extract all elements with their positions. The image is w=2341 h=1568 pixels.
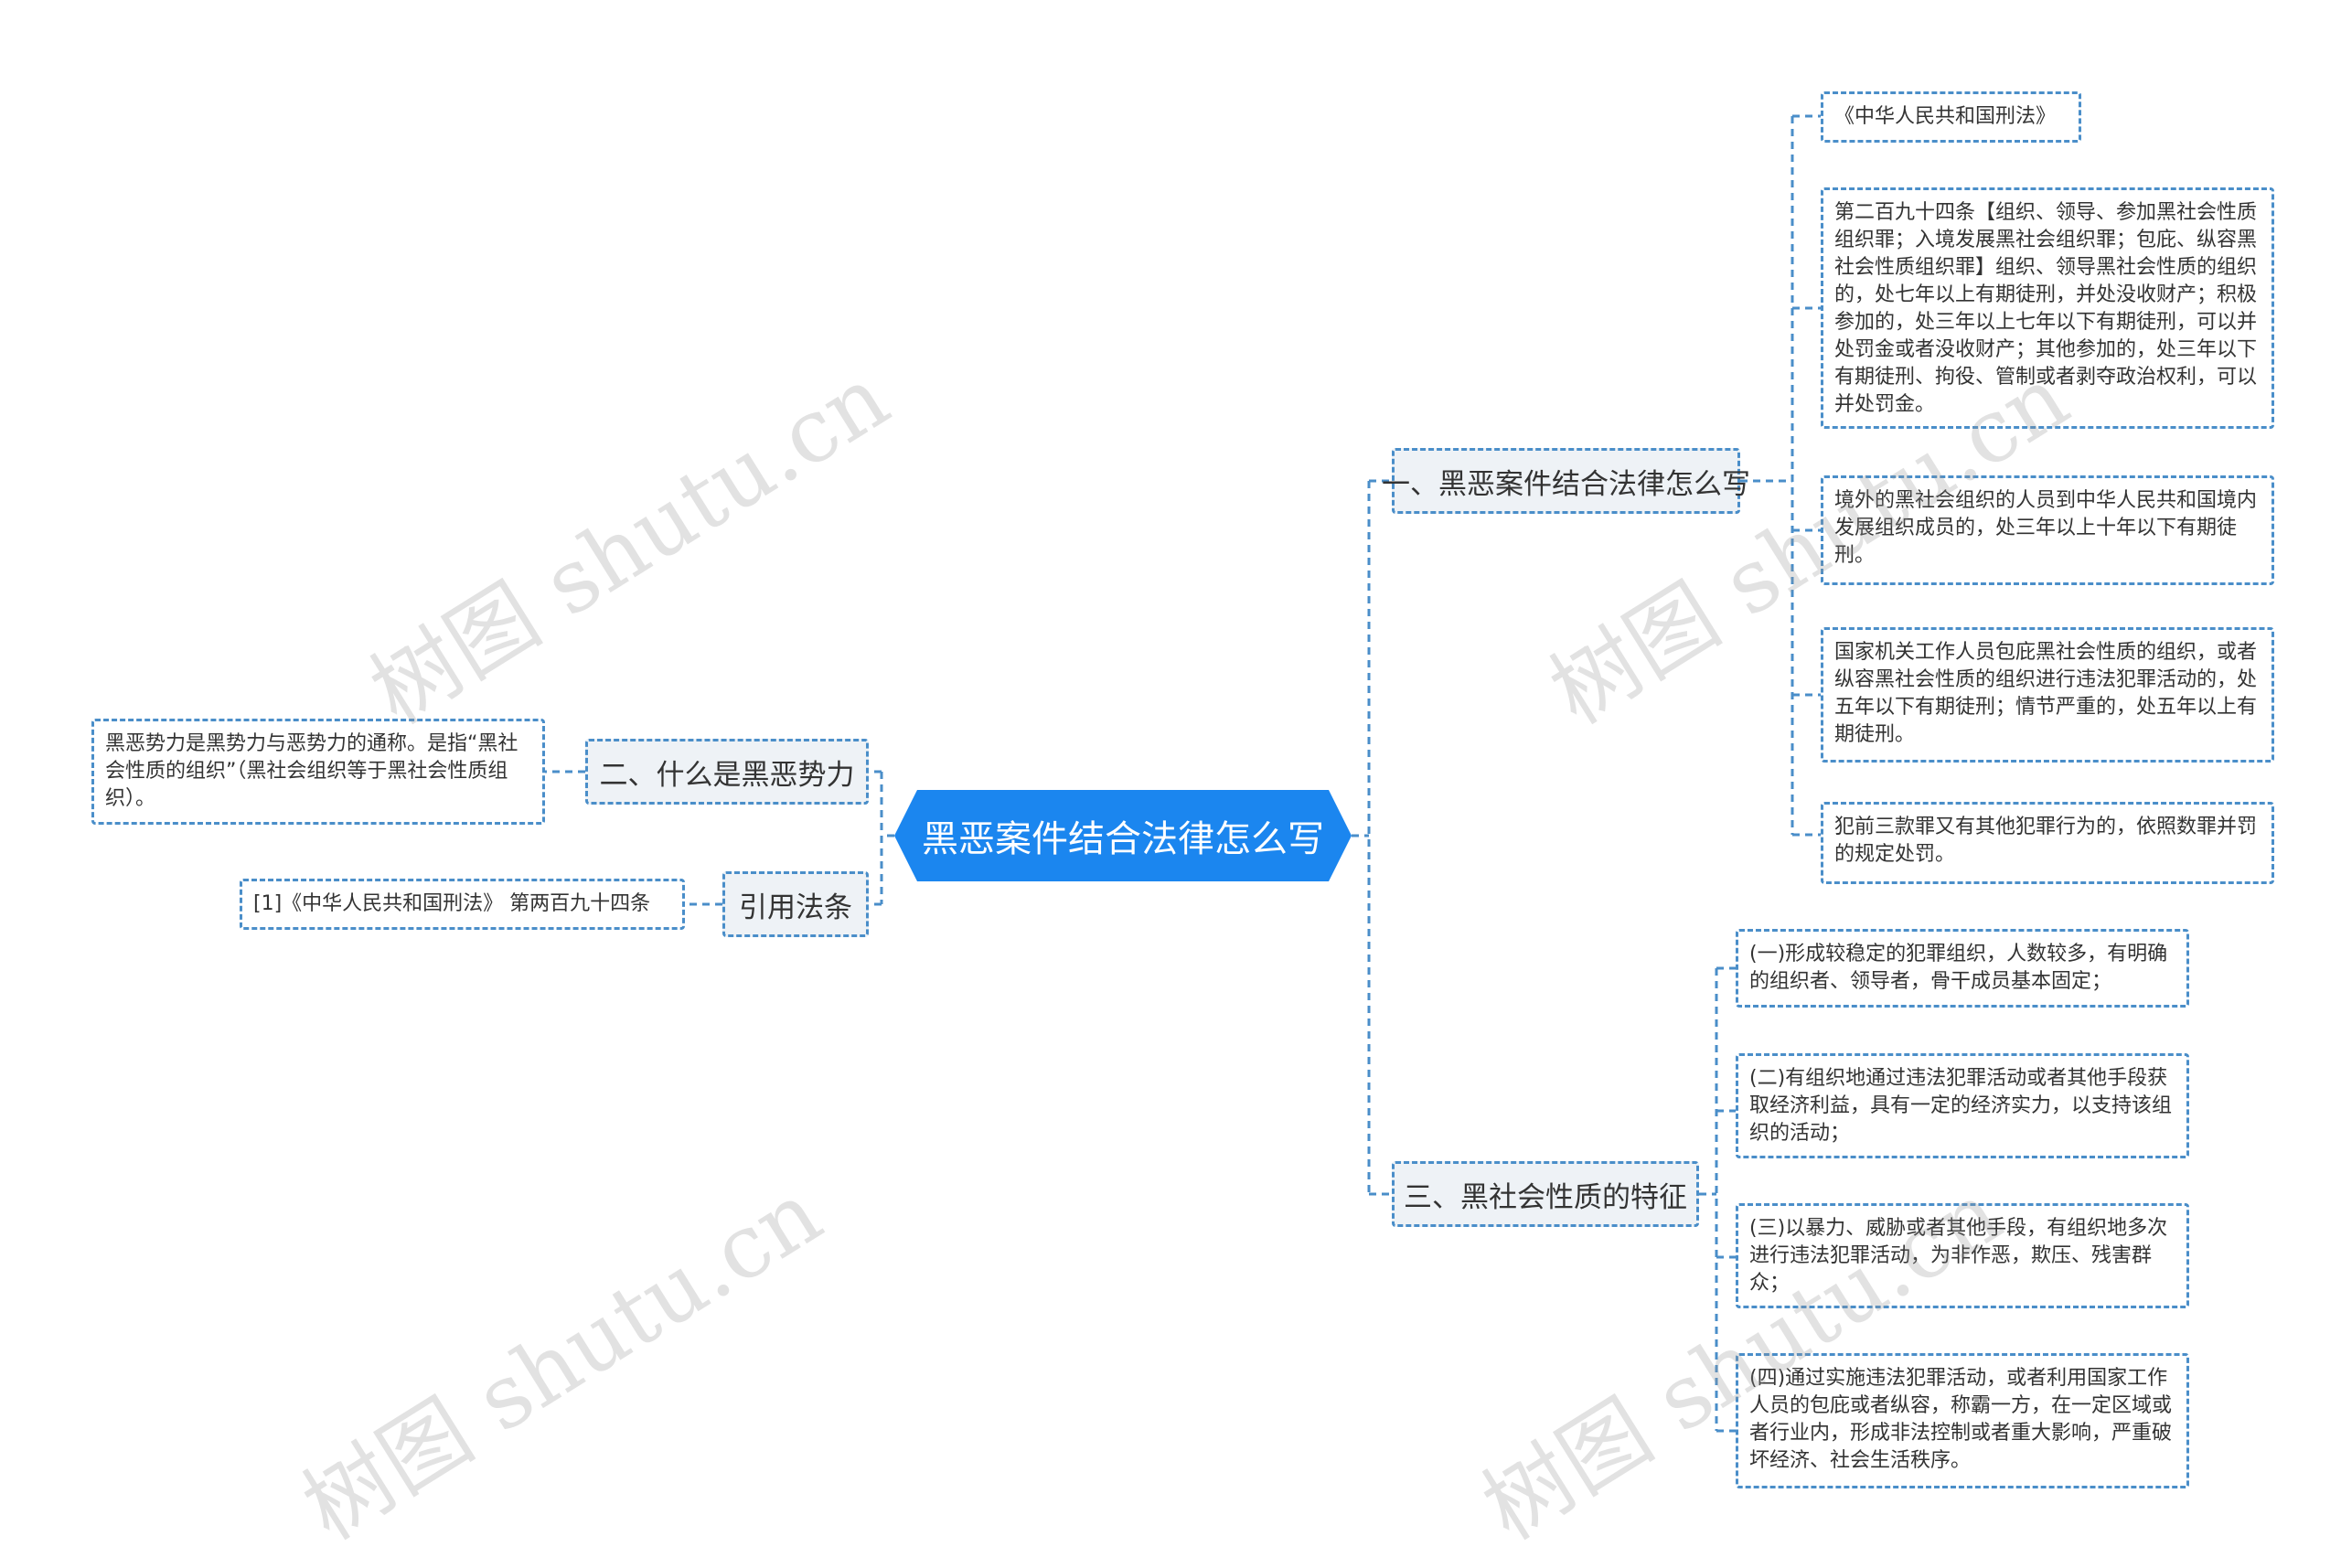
branch-cited-law[interactable]: 引用法条 [722, 871, 869, 937]
leaf-citation[interactable]: [1]《中华人民共和国刑法》 第两百九十四条 [240, 879, 685, 930]
branch-characteristics[interactable]: 三、黑社会性质的特征 [1392, 1161, 1699, 1227]
central-topic-label: 黑恶案件结合法律怎么写 [922, 818, 1324, 860]
branch-label: 三、黑社会性质的特征 [1404, 1180, 1687, 1214]
leaf-text: [1]《中华人民共和国刑法》 第两百九十四条 [253, 892, 651, 915]
leaf-overseas-organization[interactable]: 境外的黑社会组织的人员到中华人民共和国境内发展组织成员的，处三年以上十年以下有期… [1821, 475, 2274, 585]
leaf-text: 第二百九十四条【组织、领导、参加黑社会性质组织罪；入境发展黑社会组织罪；包庇、纵… [1834, 201, 2258, 416]
leaf-text: 境外的黑社会组织的人员到中华人民共和国境内发展组织成员的，处三年以上十年以下有期… [1834, 489, 2258, 567]
leaf-article-294[interactable]: 第二百九十四条【组织、领导、参加黑社会性质组织罪；入境发展黑社会组织罪；包庇、纵… [1821, 187, 2274, 429]
branch-how-to-write[interactable]: 一、黑恶案件结合法律怎么写 [1382, 448, 1750, 514]
leaf-criminal-law-title[interactable]: 《中华人民共和国刑法》 [1821, 91, 2081, 143]
leaf-text: 犯前三款罪又有其他犯罪行为的，依照数罪并罚的规定处罚。 [1834, 816, 2258, 866]
leaf-feature-2[interactable]: (二)有组织地通过违法犯罪活动或者其他手段获取经济利益，具有一定的经济实力，以支… [1736, 1053, 2189, 1158]
leaf-official-shielding[interactable]: 国家机关工作人员包庇黑社会性质的组织，或者纵容黑社会性质的组织进行违法犯罪活动的… [1821, 627, 2274, 763]
leaf-text: (四)通过实施违法犯罪活动，或者利用国家工作人员的包庇或者纵容，称霸一方，在一定… [1749, 1367, 2173, 1472]
branch-label: 引用法条 [739, 891, 852, 924]
branch-label: 二、什么是黑恶势力 [599, 758, 855, 792]
leaf-feature-1[interactable]: (一)形成较稳定的犯罪组织，人数较多，有明确的组织者、领导者，骨干成员基本固定； [1736, 929, 2189, 1008]
leaf-text: 黑恶势力是黑势力与恶势力的通称。是指“黑社会性质的组织”（黑社会组织等于黑社会性… [105, 732, 518, 810]
leaf-feature-3[interactable]: (三)以暴力、威胁或者其他手段，有组织地多次进行违法犯罪活动，为非作恶，欺压、残… [1736, 1203, 2189, 1308]
branch-what-is-black-evil-force[interactable]: 二、什么是黑恶势力 [585, 739, 869, 805]
branch-label: 一、黑恶案件结合法律怎么写 [1382, 467, 1750, 501]
leaf-feature-4[interactable]: (四)通过实施违法犯罪活动，或者利用国家工作人员的包庇或者纵容，称霸一方，在一定… [1736, 1353, 2189, 1488]
leaf-text: (一)形成较稳定的犯罪组织，人数较多，有明确的组织者、领导者，骨干成员基本固定； [1749, 943, 2168, 993]
leaf-definition[interactable]: 黑恶势力是黑势力与恶势力的通称。是指“黑社会性质的组织”（黑社会组织等于黑社会性… [91, 719, 545, 825]
central-topic[interactable]: 黑恶案件结合法律怎么写 [894, 790, 1352, 881]
leaf-text: (二)有组织地通过违法犯罪活动或者其他手段获取经济利益，具有一定的经济实力，以支… [1749, 1067, 2173, 1145]
leaf-text: (三)以暴力、威胁或者其他手段，有组织地多次进行违法犯罪活动，为非作恶，欺压、残… [1749, 1217, 2168, 1295]
leaf-text: 国家机关工作人员包庇黑社会性质的组织，或者纵容黑社会性质的组织进行违法犯罪活动的… [1834, 641, 2258, 746]
leaf-combined-punishment[interactable]: 犯前三款罪又有其他犯罪行为的，依照数罪并罚的规定处罚。 [1821, 802, 2274, 884]
leaf-text: 《中华人民共和国刑法》 [1834, 105, 2057, 128]
